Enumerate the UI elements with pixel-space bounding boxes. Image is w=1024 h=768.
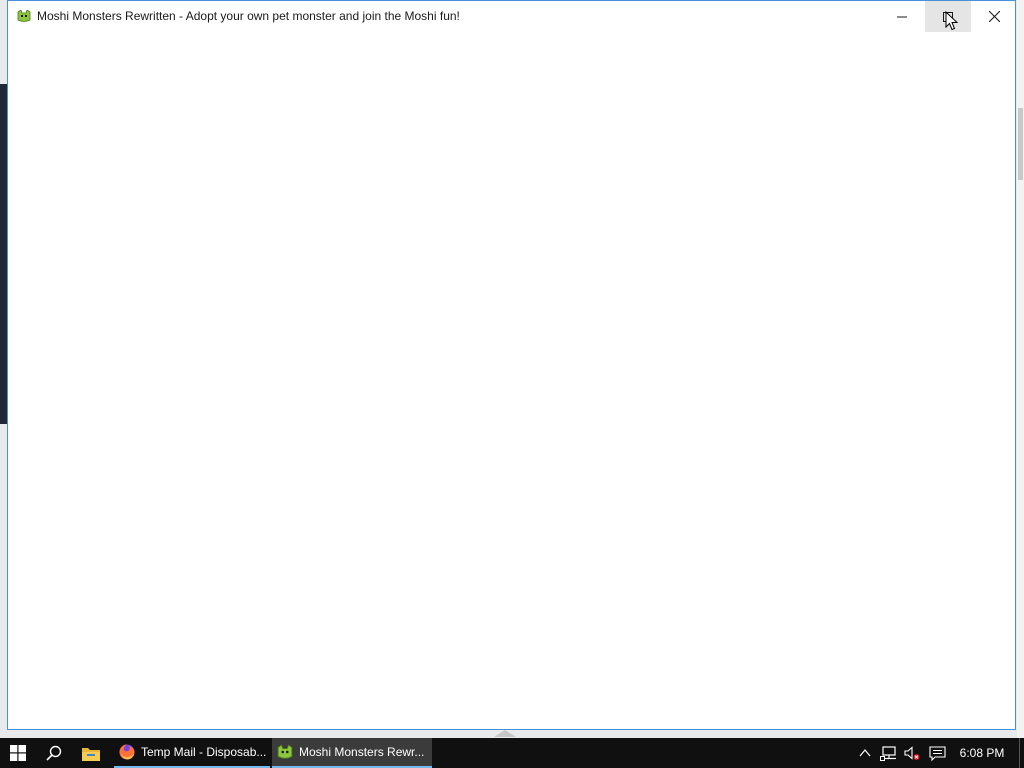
volume-muted-icon (904, 745, 920, 760)
clock[interactable]: 6:08 PM (954, 738, 1010, 768)
taskbar-app-moshi-monsters[interactable]: Moshi Monsters Rewr... (272, 738, 432, 768)
windows-start-icon (10, 745, 26, 761)
close-button[interactable] (971, 1, 1017, 32)
app-content-area[interactable] (8, 32, 1015, 729)
desktop: Moshi Monsters Rewritten - Adopt your ow… (0, 0, 1024, 738)
network-button[interactable] (879, 738, 899, 768)
minimize-icon (897, 16, 907, 17)
file-explorer-button[interactable] (73, 738, 109, 768)
taskbar-app-label: Moshi Monsters Rewr... (299, 745, 425, 759)
firefox-icon (119, 744, 135, 760)
mouse-cursor-icon (945, 11, 959, 31)
taskbar: Temp Mail - Disposab... Moshi Monsters R… (0, 738, 1024, 768)
background-window-nub (494, 730, 516, 737)
show-desktop-button[interactable] (1019, 738, 1024, 768)
window-title: Moshi Monsters Rewritten - Adopt your ow… (37, 9, 460, 23)
search-button[interactable] (36, 738, 72, 768)
search-icon (46, 745, 62, 761)
action-center-button[interactable] (926, 738, 948, 768)
start-button[interactable] (0, 738, 36, 768)
background-window-edge (0, 84, 7, 424)
file-explorer-icon (82, 747, 100, 761)
taskbar-app-label: Temp Mail - Disposab... (141, 745, 267, 759)
network-icon (880, 745, 896, 761)
volume-button[interactable] (902, 738, 922, 768)
show-hidden-icons-button[interactable] (856, 738, 874, 768)
close-icon (988, 11, 1000, 22)
moshi-app-icon (17, 10, 31, 22)
moshi-app-icon (277, 744, 293, 759)
app-window: Moshi Monsters Rewritten - Adopt your ow… (7, 0, 1016, 730)
minimize-button[interactable] (879, 1, 925, 32)
background-scrollbar-thumb (1018, 108, 1023, 180)
title-bar[interactable]: Moshi Monsters Rewritten - Adopt your ow… (8, 1, 1015, 32)
action-center-icon (928, 745, 946, 761)
taskbar-app-firefox[interactable]: Temp Mail - Disposab... (114, 738, 270, 768)
chevron-up-icon (859, 749, 871, 757)
